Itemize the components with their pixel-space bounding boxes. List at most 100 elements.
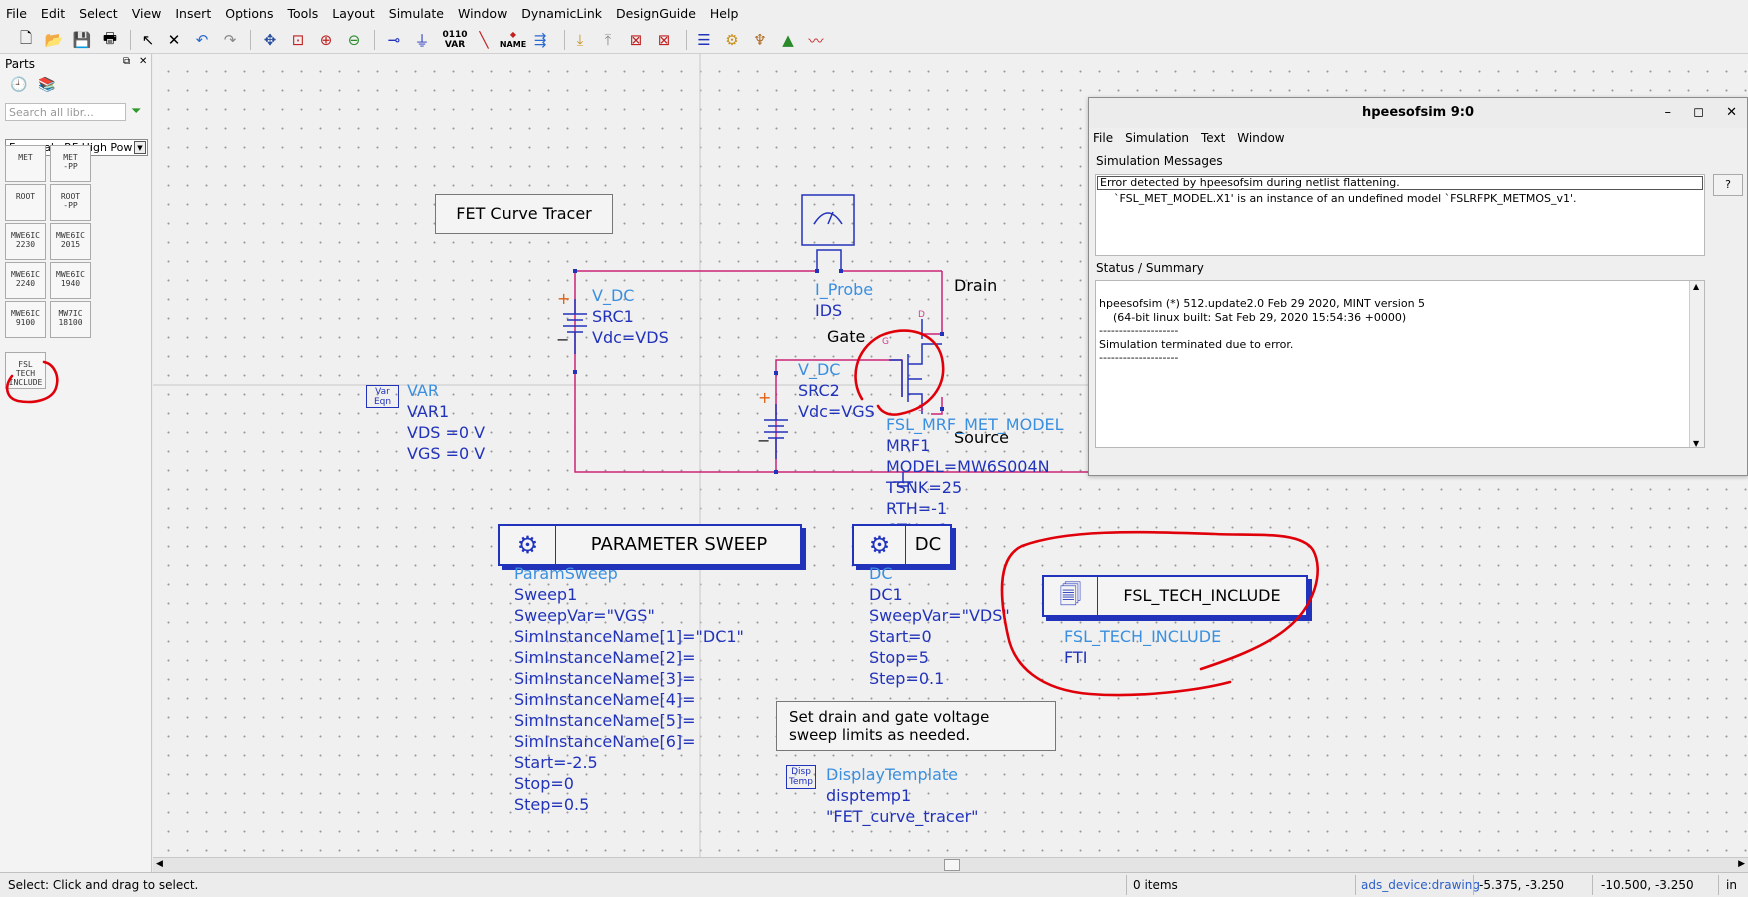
sweep-name[interactable]: Sweep1 [514,585,577,604]
zoom-area-icon[interactable]: ⊡ [286,28,310,52]
part-cell[interactable]: MET -PP [50,145,91,182]
part-cell[interactable]: MWE6IC 2230 [5,223,46,260]
zoom-out-icon[interactable]: ⊖ [342,28,366,52]
menu-item[interactable]: DynamicLink [521,6,602,21]
new-icon[interactable]: 🗋 [14,28,38,52]
simulate-icon[interactable]: ⇶ [528,28,552,52]
dc-name[interactable]: DC1 [869,585,903,604]
port-icon[interactable]: ⊸ [382,28,406,52]
delete-icon[interactable]: ✕ [162,28,186,52]
part-cell[interactable]: ROOT [5,184,46,221]
minimize-icon[interactable]: – [1665,105,1672,120]
scroll-down-icon[interactable]: ▼ [1693,439,1699,447]
close-panel-icon[interactable]: ✕ [139,56,147,67]
display-template-icon[interactable]: Disp Temp [786,765,816,789]
fet-param[interactable]: RTH=-1 [886,499,947,518]
maximize-icon[interactable]: ◻ [1693,105,1704,120]
scroll-right-icon[interactable]: ▶ [1738,859,1745,869]
part-cell[interactable]: MWE6IC 2015 [50,223,91,260]
src1-type[interactable]: V_DC [592,286,634,305]
open-icon[interactable]: 📂 [42,28,66,52]
menu-item[interactable]: View [132,6,162,21]
fsl-tech-include-component[interactable]: 🗐 FSL_TECH_INCLUDE [1042,575,1308,617]
help-button[interactable]: ? [1713,174,1743,196]
src2-name[interactable]: SRC2 [798,381,840,400]
disp-value[interactable]: "FET_curve_tracer" [826,807,979,826]
probe-name[interactable]: IDS [815,301,842,320]
fet-param[interactable]: TSNK=25 [886,478,962,497]
undo-icon[interactable]: ↶ [190,28,214,52]
menu-item[interactable]: Tools [287,6,318,21]
menu-item[interactable]: Edit [41,6,65,21]
ground-icon[interactable]: ⏚ [410,28,434,52]
select-pointer-icon[interactable]: ↖ [136,28,160,52]
close-icon[interactable]: ✕ [1726,105,1737,120]
drain-label[interactable]: Drain [954,276,997,295]
src2-type[interactable]: V_DC [798,360,840,379]
sim-menu-item[interactable]: Simulation [1125,131,1189,145]
deactivate-icon[interactable]: ⊠ [624,28,648,52]
menu-item[interactable]: Select [79,6,118,21]
probe-type[interactable]: I_Probe [815,280,873,299]
short-icon[interactable]: ⊠ [652,28,676,52]
history-icon[interactable]: 🕘 [10,77,27,93]
sweep-type[interactable]: ParamSweep [514,564,618,583]
part-cell[interactable]: MW7IC 18100 [50,301,91,338]
var-type[interactable]: VAR [407,381,439,400]
error-message[interactable]: Error detected by hpeesofsim during netl… [1097,176,1703,190]
part-cell[interactable]: FSL TECH INCLUDE [5,352,46,389]
sweep-param[interactable]: SweepVar="VGS" [514,606,655,625]
menu-item[interactable]: File [6,6,27,21]
menu-item[interactable]: Insert [175,6,211,21]
sweep-param[interactable]: Step=0.5 [514,795,589,814]
part-cell[interactable]: ROOT -PP [50,184,91,221]
var-eqn-icon[interactable]: Var Eqn [366,385,399,408]
settings-gear-icon[interactable]: ⚙ [720,28,744,52]
var-param[interactable]: VDS =0 V [407,423,485,442]
data-display-icon[interactable]: 〰 [804,28,828,52]
float-panel-icon[interactable]: ⧉ [123,56,130,67]
status-summary-area[interactable]: hpeesofsim (*) 512.update2.0 Feb 29 2020… [1095,280,1705,448]
netlist-icon[interactable]: ☰ [692,28,716,52]
horizontal-scrollbar[interactable]: ◀ ▶ [153,857,1748,872]
sweep-param[interactable]: SimInstanceName[4]= [514,690,696,709]
menu-item[interactable]: Window [458,6,507,21]
menu-item[interactable]: DesignGuide [616,6,696,21]
sim-menu-item[interactable]: Window [1237,131,1284,145]
note-text-box[interactable]: Set drain and gate voltage sweep limits … [776,701,1056,751]
menu-item[interactable]: Help [710,6,739,21]
filter-icon[interactable]: ⏷ [131,104,141,119]
error-detail[interactable]: `FSL_MET_MODEL.X1' is an instance of an … [1114,192,1577,205]
sim-title-bar[interactable]: hpeesofsim 9:0 – ◻ ✕ [1089,98,1747,128]
fet-name[interactable]: MRF1 [886,436,930,455]
dc-type[interactable]: DC [869,564,893,583]
src1-name[interactable]: SRC1 [592,307,634,326]
sweep-param[interactable]: SimInstanceName[2]= [514,648,696,667]
sim-messages-area[interactable]: Error detected by hpeesofsim during netl… [1095,174,1705,256]
save-icon[interactable]: 💾 [70,28,94,52]
menu-item[interactable]: Options [225,6,273,21]
parts-search-input[interactable]: Search all libr... [5,103,126,121]
dc-param[interactable]: Stop=5 [869,648,929,667]
summary-vertical-scrollbar[interactable]: ▲ ▼ [1689,281,1704,447]
menu-item[interactable]: Simulate [389,6,444,21]
src2-param[interactable]: Vdc=VGS [798,402,875,421]
fet-type[interactable]: FSL_MRF_MET_MODEL [886,415,1064,434]
redo-icon[interactable]: ↷ [218,28,242,52]
chevron-down-icon[interactable]: ▼ [134,141,146,154]
scroll-up-icon[interactable]: ▲ [1693,282,1699,291]
fti-name[interactable]: FTI [1064,648,1087,667]
dc-simulation-component[interactable]: ⚙ DC [852,524,952,566]
pop-up-icon[interactable]: ⤒ [596,28,620,52]
sweep-param[interactable]: SimInstanceName[5]= [514,711,696,730]
gate-label[interactable]: Gate [827,327,865,346]
name-icon[interactable]: ◆ NAME [498,28,528,52]
sim-menu-item[interactable]: File [1093,131,1113,145]
parameter-sweep-component[interactable]: ⚙ PARAMETER SWEEP [498,524,802,566]
dc-param[interactable]: Start=0 [869,627,932,646]
design-title-box[interactable]: FET Curve Tracer [435,194,613,234]
part-cell[interactable]: MWE6IC 9100 [5,301,46,338]
scroll-left-icon[interactable]: ◀ [156,859,163,869]
disp-type[interactable]: DisplayTemplate [826,765,958,784]
dc-param[interactable]: SweepVar="VDS" [869,606,1010,625]
